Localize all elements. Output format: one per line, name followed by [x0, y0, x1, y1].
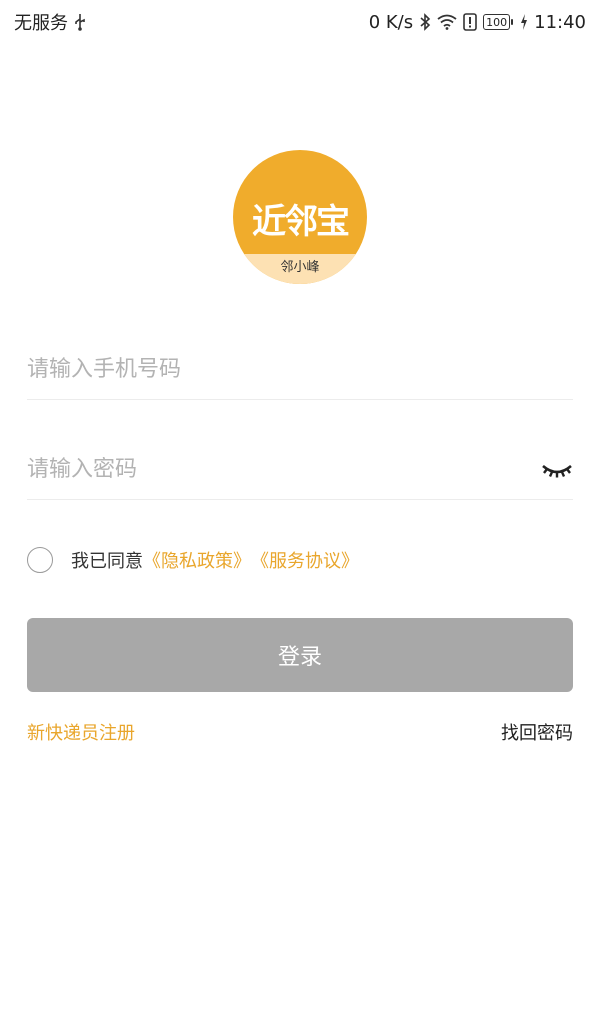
- login-button[interactable]: 登录: [27, 618, 573, 692]
- password-input[interactable]: [27, 457, 541, 482]
- status-bar: 无服务 0 K/s 100 11:40: [0, 0, 600, 44]
- usb-icon: [74, 13, 86, 31]
- bluetooth-icon: [419, 13, 431, 31]
- register-courier-link[interactable]: 新快递员注册: [27, 719, 135, 745]
- logo-title: 近邻宝: [252, 202, 350, 242]
- agree-prefix: 我已同意: [71, 551, 143, 572]
- service-agreement-link[interactable]: 《服务协议》: [251, 547, 359, 573]
- carrier-text: 无服务: [14, 13, 68, 34]
- battery-icon: 100: [483, 14, 514, 30]
- wifi-icon: [437, 14, 457, 30]
- forgot-password-link[interactable]: 找回密码: [501, 719, 573, 745]
- net-speed: 0 K/s: [368, 11, 414, 33]
- phone-field[interactable]: [27, 340, 573, 400]
- alert-icon: [463, 13, 477, 31]
- phone-input[interactable]: [27, 357, 573, 382]
- agree-checkbox[interactable]: [27, 547, 53, 573]
- charging-icon: [520, 14, 528, 30]
- privacy-policy-link[interactable]: 《隐私政策》: [143, 547, 251, 573]
- login-screen: 无服务 0 K/s 100 11:40 近邻宝 邻小峰 请输入手机号码 我已同意…: [0, 0, 600, 1030]
- logo-subtitle: 邻小峰: [233, 254, 367, 284]
- status-left: 无服务: [14, 9, 86, 35]
- clock: 11:40: [534, 11, 586, 33]
- agreement-row: 我已同意 《隐私政策》 《服务协议》: [27, 545, 359, 575]
- password-field[interactable]: [27, 440, 573, 500]
- eye-closed-icon[interactable]: [541, 460, 573, 480]
- status-right: 0 K/s 100 11:40: [369, 12, 586, 33]
- app-logo: 近邻宝 邻小峰: [233, 150, 367, 284]
